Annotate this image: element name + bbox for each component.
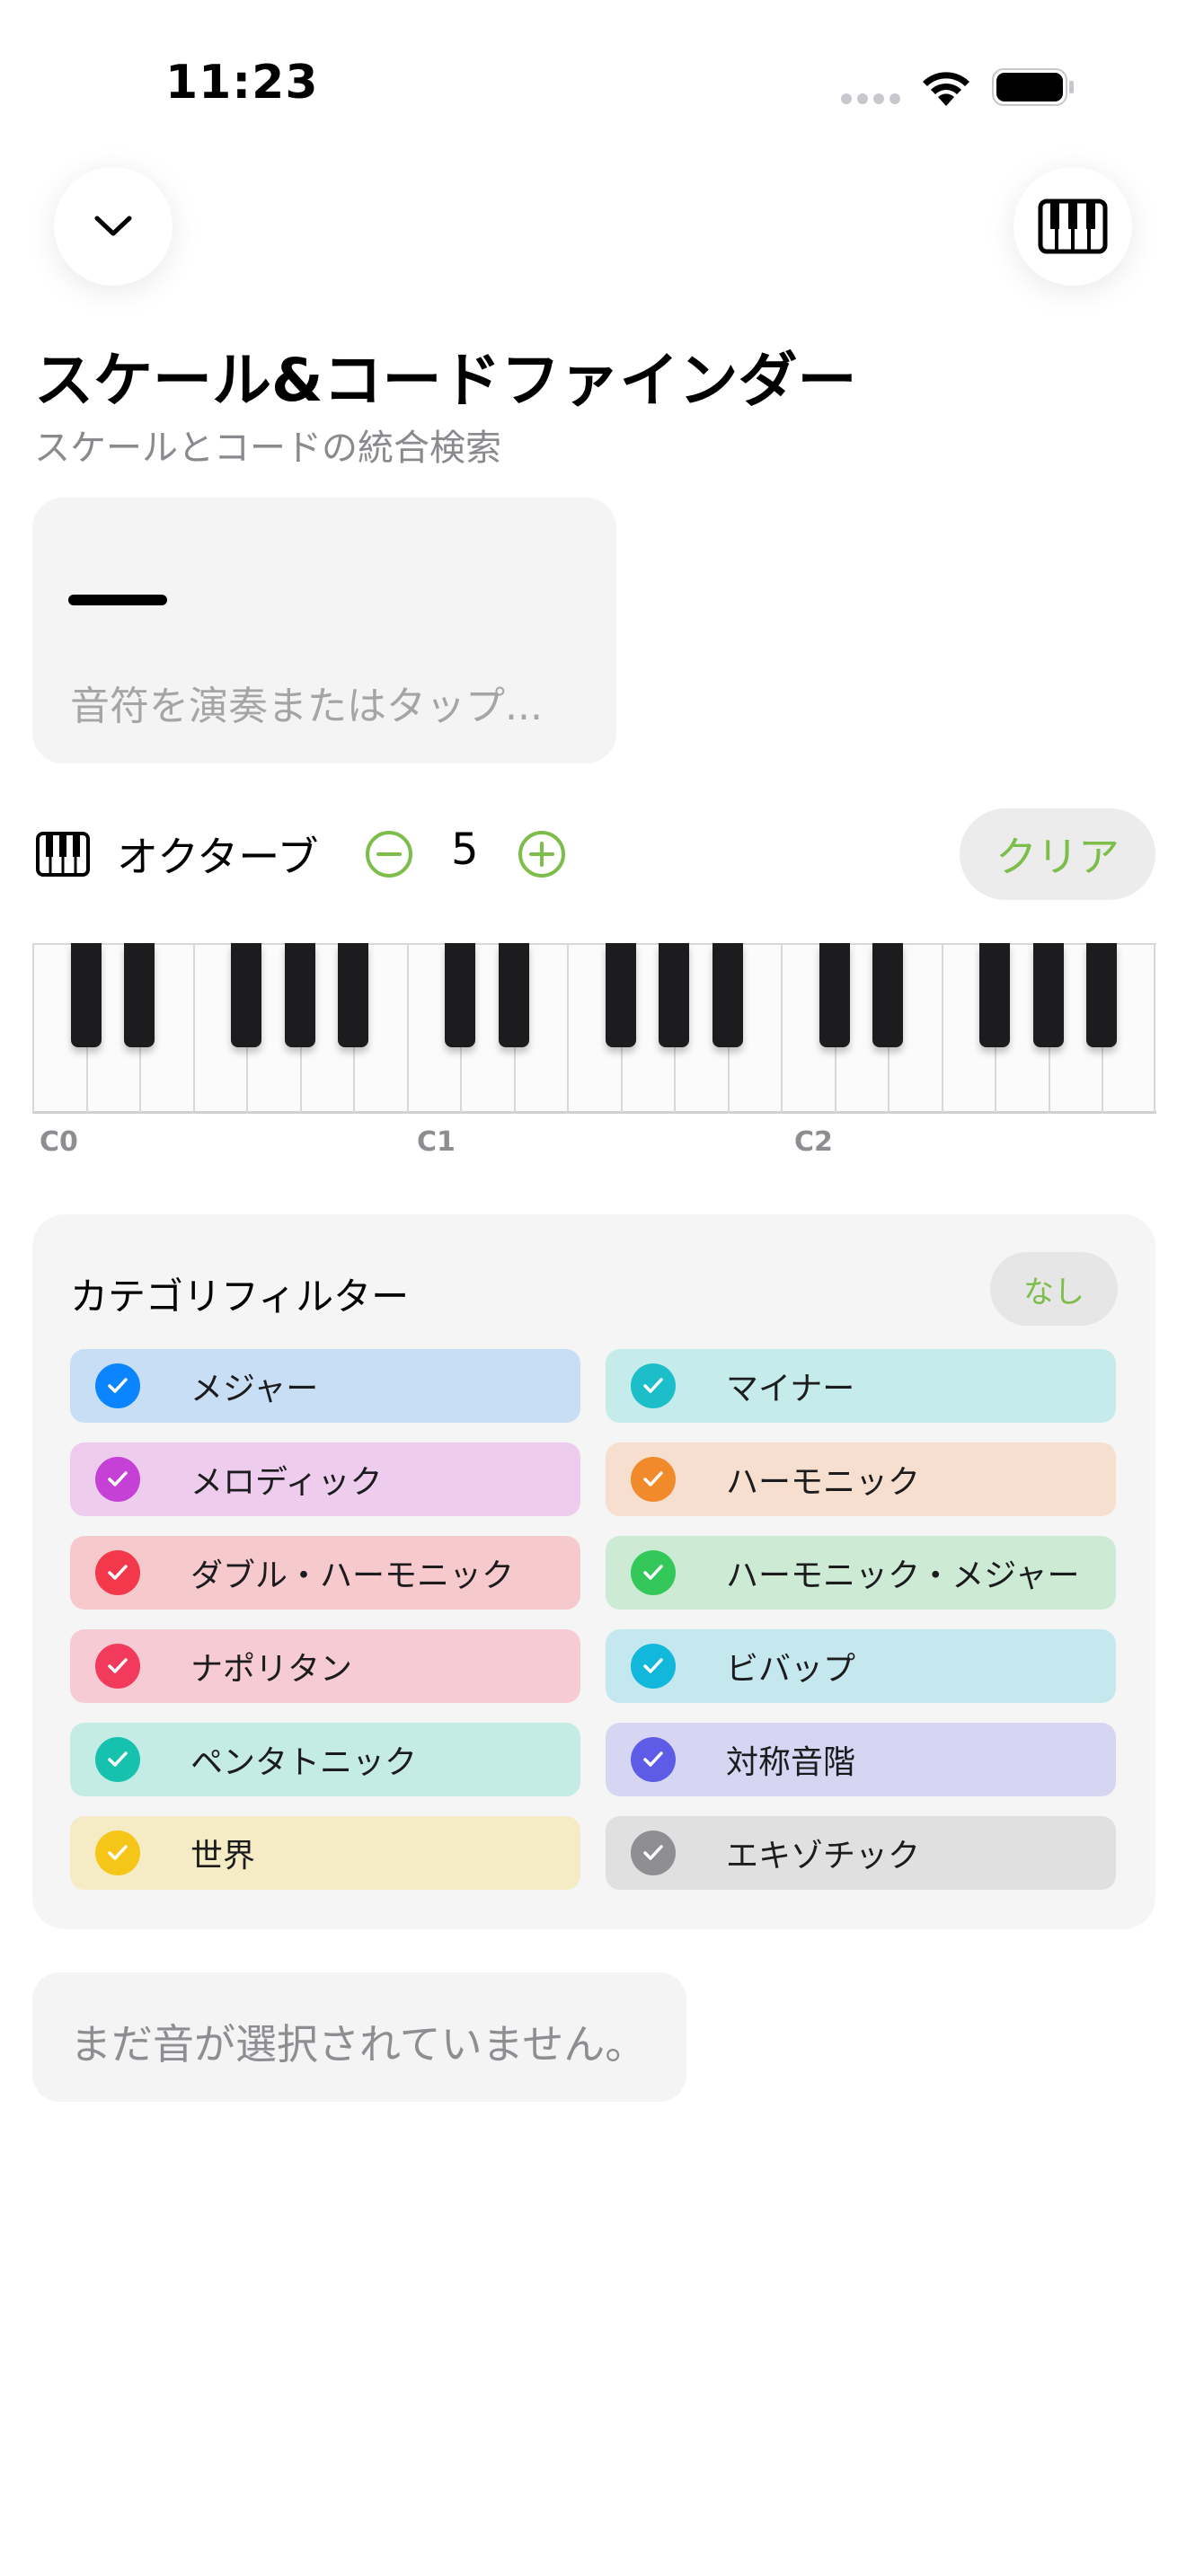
- piano-toggle-button[interactable]: [1013, 167, 1132, 286]
- black-key[interactable]: [231, 943, 262, 1047]
- note-input-area[interactable]: 音符を演奏またはタップ...: [32, 498, 616, 763]
- black-key[interactable]: [70, 943, 102, 1047]
- octave-marker-c2: C2: [794, 1126, 833, 1158]
- category-chip[interactable]: ペンタトニック: [70, 1723, 580, 1796]
- black-key[interactable]: [712, 943, 743, 1047]
- cellular-signal-icon: [841, 93, 900, 104]
- status-time: 11:23: [165, 56, 319, 110]
- page-title: スケール&コードファインダー: [34, 346, 857, 415]
- checkmark-icon: [95, 1363, 140, 1408]
- category-label: メロディック: [190, 1464, 383, 1501]
- checkmark-icon: [631, 1457, 676, 1502]
- clear-button[interactable]: クリア: [960, 808, 1155, 900]
- category-chip[interactable]: ハーモニック: [606, 1442, 1116, 1516]
- piano-keys-icon: [1038, 198, 1108, 254]
- checkmark-icon: [95, 1550, 140, 1595]
- category-label: ナポリタン: [190, 1651, 353, 1688]
- checkmark-icon: [95, 1457, 140, 1502]
- category-label: 世界: [190, 1838, 256, 1875]
- black-key[interactable]: [872, 943, 904, 1047]
- category-label: メジャー: [190, 1371, 319, 1407]
- empty-message: まだ音が選択されていません。: [70, 2020, 647, 2069]
- checkmark-icon: [631, 1550, 676, 1595]
- black-key[interactable]: [1032, 943, 1064, 1047]
- checkmark-icon: [631, 1831, 676, 1875]
- checkmark-icon: [631, 1737, 676, 1782]
- category-label: エキゾチック: [726, 1838, 921, 1875]
- octave-label: オクターブ: [117, 833, 319, 881]
- black-key[interactable]: [819, 943, 850, 1047]
- black-key[interactable]: [445, 943, 476, 1047]
- piano-keys-icon: [36, 832, 90, 877]
- category-chip[interactable]: メジャー: [70, 1349, 580, 1423]
- octave-marker-c0: C0: [40, 1126, 78, 1158]
- collapse-button[interactable]: [54, 167, 173, 286]
- category-chip[interactable]: ビバップ: [606, 1629, 1116, 1703]
- checkmark-icon: [95, 1737, 140, 1782]
- empty-note-dash: [68, 595, 167, 605]
- piano-keyboard[interactable]: [32, 943, 1156, 1116]
- black-key[interactable]: [1086, 943, 1118, 1047]
- category-chip[interactable]: ダブル・ハーモニック: [70, 1536, 580, 1610]
- checkmark-icon: [95, 1831, 140, 1875]
- note-input-placeholder: 音符を演奏またはタップ...: [70, 684, 543, 729]
- category-chip[interactable]: 世界: [70, 1816, 580, 1890]
- category-label: マイナー: [726, 1371, 855, 1407]
- category-chip[interactable]: 対称音階: [606, 1723, 1116, 1796]
- category-filter-panel: カテゴリフィルター なし メジャー マイナーメロディック ハーモニックダブル・ハーモ…: [32, 1214, 1155, 1929]
- result-empty-state: まだ音が選択されていません。: [32, 1972, 686, 2102]
- category-label: ダブル・ハーモニック: [190, 1557, 515, 1594]
- black-key[interactable]: [498, 943, 529, 1047]
- black-key[interactable]: [124, 943, 155, 1047]
- category-label: ペンタトニック: [190, 1744, 418, 1781]
- checkmark-icon: [631, 1644, 676, 1689]
- piano-edge: [1154, 943, 1155, 1114]
- wifi-icon: [923, 72, 969, 106]
- octave-increase-button[interactable]: [518, 830, 566, 878]
- category-chip[interactable]: エキゾチック: [606, 1816, 1116, 1890]
- black-key[interactable]: [979, 943, 1011, 1047]
- black-key[interactable]: [338, 943, 369, 1047]
- category-label: ビバップ: [726, 1651, 856, 1688]
- chevron-down-icon: [94, 216, 132, 236]
- checkmark-icon: [95, 1644, 140, 1689]
- black-key[interactable]: [605, 943, 636, 1047]
- checkmark-icon: [631, 1363, 676, 1408]
- octave-value: 5: [451, 825, 479, 875]
- octave-marker-c1: C1: [417, 1126, 456, 1158]
- black-key[interactable]: [284, 943, 315, 1047]
- category-label: ハーモニック・メジャー: [726, 1557, 1080, 1594]
- category-chip[interactable]: メロディック: [70, 1442, 580, 1516]
- octave-decrease-button[interactable]: [365, 830, 413, 878]
- category-label: 対称音階: [726, 1744, 856, 1781]
- battery-icon: [992, 68, 1074, 106]
- category-filter-title: カテゴリフィルター: [70, 1275, 410, 1319]
- category-chip[interactable]: ナポリタン: [70, 1629, 580, 1703]
- category-chip[interactable]: マイナー: [606, 1349, 1116, 1423]
- category-chip[interactable]: ハーモニック・メジャー: [606, 1536, 1116, 1610]
- select-none-button[interactable]: なし: [990, 1252, 1118, 1326]
- page-subtitle: スケールとコードの統合検索: [34, 428, 501, 469]
- black-key[interactable]: [659, 943, 690, 1047]
- category-label: ハーモニック: [726, 1464, 921, 1501]
